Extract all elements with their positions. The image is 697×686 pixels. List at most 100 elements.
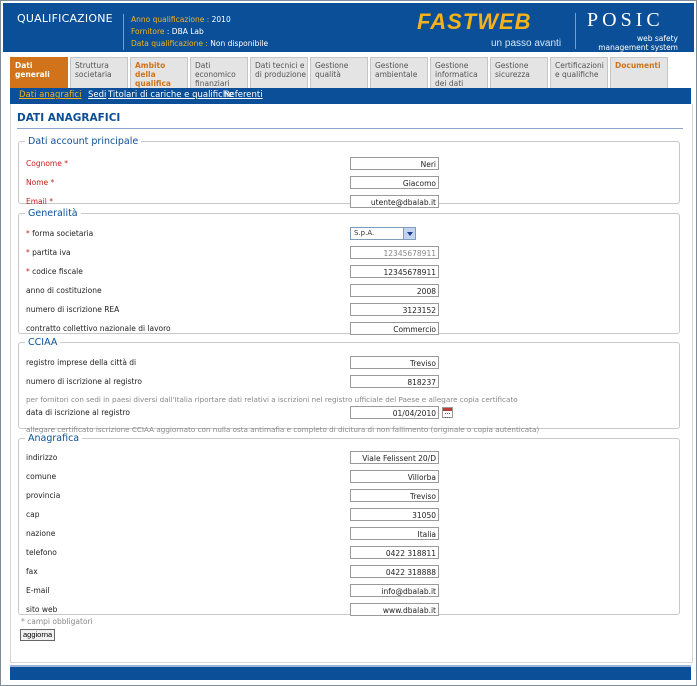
app-title: QUALIFICAZIONE bbox=[17, 12, 113, 25]
tab-gestione-sicurezza[interactable]: Gestione sicurezza bbox=[490, 57, 548, 88]
form-row: numero di iscrizione al registro bbox=[26, 375, 446, 389]
form-row: * partita iva bbox=[26, 246, 446, 260]
form-row: E-mail bbox=[26, 584, 446, 598]
sub-navigation: Dati anagrafici Sedi Titolari di cariche… bbox=[10, 88, 691, 104]
forma-societaria-select[interactable]: S.p.A. bbox=[350, 227, 416, 240]
form-row: Cognome * bbox=[26, 157, 446, 171]
footer-bar bbox=[10, 665, 691, 680]
subnav-dati-anagrafici[interactable]: Dati anagrafici bbox=[19, 90, 81, 100]
nome-label: Nome * bbox=[26, 178, 55, 187]
data-iscrizione-label: data di iscrizione al registro bbox=[26, 408, 130, 417]
form-row: telefono bbox=[26, 546, 446, 560]
indirizzo-label: indirizzo bbox=[26, 453, 58, 462]
tab-gestione-ambientale[interactable]: Gestione ambientale bbox=[370, 57, 428, 88]
comune-label: comune bbox=[26, 472, 57, 481]
page-title: DATI ANAGRAFICI bbox=[17, 112, 121, 124]
aggiorna-button[interactable]: aggiorna bbox=[20, 629, 56, 641]
data-iscrizione-field[interactable] bbox=[350, 406, 439, 419]
tab-gestione-qualita[interactable]: Gestione qualità bbox=[310, 57, 368, 88]
posic-subtitle-line: management system bbox=[598, 43, 678, 52]
generalita-section: Generalità * forma societaria S.p.A. * p… bbox=[18, 208, 680, 336]
cap-field[interactable] bbox=[350, 508, 439, 521]
subnav-sedi[interactable]: Sedi bbox=[88, 90, 106, 100]
telefono-field[interactable] bbox=[350, 546, 439, 559]
fax-label: fax bbox=[26, 567, 38, 576]
partita-iva-field bbox=[350, 246, 439, 259]
tab-struttura-societaria[interactable]: Struttura societaria bbox=[70, 57, 128, 88]
required-fields-note: * campi obbligatori bbox=[21, 617, 93, 626]
window-frame: QUALIFICAZIONE Anno qualificazione : 201… bbox=[0, 0, 697, 686]
email-label: Email * bbox=[26, 197, 53, 206]
tab-dati-economico-finanziari[interactable]: Dati economico finanziari bbox=[190, 57, 248, 88]
tab-gestione-informatica[interactable]: Gestione informatica dei dati bbox=[430, 57, 488, 88]
section-legend: Dati account principale bbox=[28, 136, 139, 147]
numero-iscrizione-label: numero di iscrizione al registro bbox=[26, 377, 142, 386]
indirizzo-field[interactable] bbox=[350, 451, 439, 464]
posic-subtitle: web safety management system bbox=[598, 34, 678, 52]
header-divider bbox=[575, 13, 576, 49]
form-row: indirizzo bbox=[26, 451, 446, 465]
subnav-titolari[interactable]: Titolari di cariche e qualifiche bbox=[108, 90, 233, 100]
meta-label: Anno qualificazione : bbox=[131, 15, 210, 24]
codice-fiscale-field[interactable] bbox=[350, 265, 439, 278]
cognome-field[interactable] bbox=[350, 157, 439, 170]
content-area: DATI ANAGRAFICI Dati account principale … bbox=[10, 104, 693, 663]
form-row: provincia bbox=[26, 489, 446, 503]
nazione-field[interactable] bbox=[350, 527, 439, 540]
form-row: contratto collettivo nazionale di lavoro bbox=[26, 322, 446, 336]
provincia-label: provincia bbox=[26, 491, 61, 500]
chevron-down-icon[interactable] bbox=[403, 228, 415, 239]
company-email-field[interactable] bbox=[350, 584, 439, 597]
form-row: registro imprese della città di bbox=[26, 356, 446, 370]
meta-value: Non disponibile bbox=[210, 39, 269, 48]
cap-label: cap bbox=[26, 510, 40, 519]
rea-field[interactable] bbox=[350, 303, 439, 316]
comune-field[interactable] bbox=[350, 470, 439, 483]
registro-citta-field[interactable] bbox=[350, 356, 439, 369]
anagrafica-section: Anagrafica indirizzo comune provincia ca… bbox=[18, 433, 680, 617]
meta-label: Data qualificazione : bbox=[131, 39, 208, 48]
form-row: nazione bbox=[26, 527, 446, 541]
nazione-label: nazione bbox=[26, 529, 56, 538]
form-row: comune bbox=[26, 470, 446, 484]
fastweb-logo: FASTWEB bbox=[417, 9, 532, 34]
section-legend: Anagrafica bbox=[28, 433, 80, 444]
form-row: Nome * bbox=[26, 176, 446, 190]
ccnl-label: contratto collettivo nazionale di lavoro bbox=[26, 324, 171, 333]
codice-fiscale-label: * codice fiscale bbox=[26, 267, 83, 276]
forma-societaria-text: forma societaria bbox=[32, 229, 94, 238]
cciaa-section: CCIAA registro imprese della città di nu… bbox=[18, 337, 680, 434]
form-row: numero di iscrizione REA bbox=[26, 303, 446, 317]
sito-web-field[interactable] bbox=[350, 603, 439, 616]
form-row: sito web bbox=[26, 603, 446, 617]
email-field[interactable] bbox=[350, 195, 439, 208]
forma-societaria-label: * forma societaria bbox=[26, 229, 93, 238]
fax-field[interactable] bbox=[350, 565, 439, 578]
tab-dati-generali[interactable]: Dati generali bbox=[10, 57, 68, 88]
section-legend: CCIAA bbox=[28, 337, 58, 348]
form-row: * forma societaria S.p.A. bbox=[26, 227, 446, 241]
main-tabs: Dati generali Struttura societaria Ambit… bbox=[3, 54, 694, 88]
numero-iscrizione-field[interactable] bbox=[350, 375, 439, 388]
calendar-icon[interactable] bbox=[442, 407, 453, 418]
rea-label: numero di iscrizione REA bbox=[26, 305, 120, 314]
cognome-label: Cognome * bbox=[26, 159, 68, 168]
nome-field[interactable] bbox=[350, 176, 439, 189]
required-marker: * bbox=[26, 267, 30, 276]
anno-costituzione-field[interactable] bbox=[350, 284, 439, 297]
meta-value: 2010 bbox=[211, 15, 231, 24]
header-bar: QUALIFICAZIONE Anno qualificazione : 201… bbox=[3, 3, 694, 52]
tab-dati-tecnici[interactable]: Dati tecnici e di produzione bbox=[250, 57, 308, 88]
form-row: data di iscrizione al registro bbox=[26, 406, 453, 420]
subnav-referenti[interactable]: Referenti bbox=[224, 90, 263, 100]
forma-societaria-value: S.p.A. bbox=[354, 229, 375, 237]
registro-citta-label: registro imprese della città di bbox=[26, 358, 137, 367]
tab-ambito-qualifica[interactable]: Ambito della qualifica bbox=[130, 57, 188, 88]
ccnl-field[interactable] bbox=[350, 322, 439, 335]
tab-documenti[interactable]: Documenti bbox=[610, 57, 668, 88]
provincia-field[interactable] bbox=[350, 489, 439, 502]
tab-certificazioni[interactable]: Certificazioni e qualifiche bbox=[550, 57, 608, 88]
form-row: * codice fiscale bbox=[26, 265, 446, 279]
meta-label: Fornitore bbox=[131, 27, 165, 36]
posic-logo: POSIC bbox=[587, 9, 664, 31]
